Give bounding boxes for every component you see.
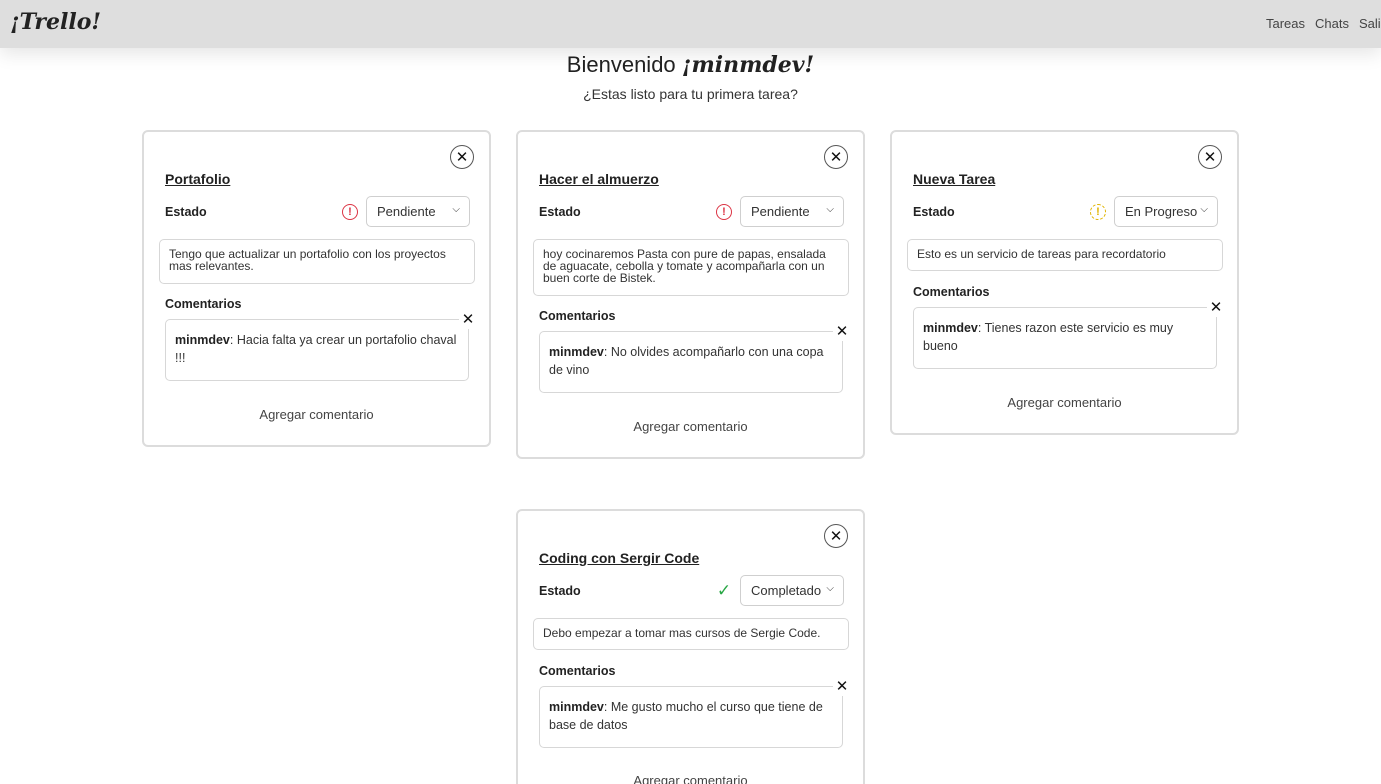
status-value: En Progreso	[1125, 204, 1198, 219]
chevron-down-icon: ⌵	[452, 204, 460, 215]
status-value: Pendiente	[751, 204, 810, 219]
status-select[interactable]: Pendiente ⌵	[740, 196, 844, 227]
comment-item: minmdev: No olvides acompañarlo con una …	[539, 323, 851, 393]
status-value: Pendiente	[377, 204, 436, 219]
chevron-down-icon: ⌵	[1200, 204, 1208, 215]
comment-user: minmdev	[549, 700, 604, 714]
estado-label: Estado	[913, 205, 955, 219]
welcome-greeting: Bienvenido	[566, 52, 676, 77]
app-logo[interactable]: ¡Trello!	[10, 9, 101, 35]
add-comment-button[interactable]: Agregar comentario	[518, 773, 863, 784]
close-icon[interactable]: ✕	[833, 323, 851, 341]
welcome-subtitle: ¿Estas listo para tu primera tarea?	[583, 86, 798, 102]
task-description[interactable]: Esto es un servicio de tareas para recor…	[907, 239, 1223, 271]
comment-user: minmdev	[923, 321, 978, 335]
comment-item: minmdev: Tienes razon este servicio es m…	[913, 299, 1225, 369]
close-icon[interactable]: ✕	[450, 145, 474, 169]
nav-item-tareas[interactable]: Tareas	[1266, 16, 1305, 31]
comments-label: Comentarios	[539, 664, 616, 678]
alert-circle-icon: !	[716, 204, 732, 220]
nav-links: Tareas Chats Salir	[1266, 16, 1381, 31]
comments-label: Comentarios	[913, 285, 990, 299]
clock-icon: !	[1090, 204, 1106, 220]
task-card-portafolio: ✕ Portafolio Estado ! Pendiente ⌵ Tengo …	[142, 130, 491, 447]
task-card-almuerzo: ✕ Hacer el almuerzo Estado ! Pendiente ⌵…	[516, 130, 865, 459]
close-icon[interactable]: ✕	[824, 145, 848, 169]
task-description[interactable]: Debo empezar a tomar mas cursos de Sergi…	[533, 618, 849, 650]
comments-label: Comentarios	[539, 309, 616, 323]
add-comment-button[interactable]: Agregar comentario	[144, 407, 489, 422]
comments-label: Comentarios	[165, 297, 242, 311]
status-select[interactable]: En Progreso ⌵	[1114, 196, 1218, 227]
add-comment-button[interactable]: Agregar comentario	[518, 419, 863, 434]
close-icon[interactable]: ✕	[833, 678, 851, 696]
welcome-heading: Bienvenido ¡minmdev!	[0, 52, 1381, 78]
comment-item: minmdev: Hacia falta ya crear un portafo…	[165, 311, 477, 381]
task-title[interactable]: Nueva Tarea	[913, 171, 995, 187]
estado-label: Estado	[165, 205, 207, 219]
comment-item: minmdev: Me gusto mucho el curso que tie…	[539, 678, 851, 748]
estado-label: Estado	[539, 584, 581, 598]
nav-item-salir[interactable]: Salir	[1359, 16, 1381, 31]
alert-circle-icon: !	[342, 204, 358, 220]
task-title[interactable]: Hacer el almuerzo	[539, 171, 659, 187]
welcome-username: ¡minmdev!	[681, 52, 815, 78]
status-select[interactable]: Pendiente ⌵	[366, 196, 470, 227]
navbar: ¡Trello! Tareas Chats Salir	[0, 0, 1381, 48]
status-select[interactable]: Completado ⌵	[740, 575, 844, 606]
close-icon[interactable]: ✕	[824, 524, 848, 548]
add-comment-button[interactable]: Agregar comentario	[892, 395, 1237, 410]
comment-user: minmdev	[175, 333, 230, 347]
task-card-nueva-tarea: ✕ Nueva Tarea Estado ! En Progreso ⌵ Est…	[890, 130, 1239, 435]
chevron-down-icon: ⌵	[826, 204, 834, 215]
task-description[interactable]: Tengo que actualizar un portafolio con l…	[159, 239, 475, 284]
estado-label: Estado	[539, 205, 581, 219]
task-card-coding: ✕ Coding con Sergir Code Estado ✓ Comple…	[516, 509, 865, 784]
comment-user: minmdev	[549, 345, 604, 359]
close-icon[interactable]: ✕	[1198, 145, 1222, 169]
close-icon[interactable]: ✕	[459, 311, 477, 329]
chevron-down-icon: ⌵	[826, 583, 834, 594]
task-title[interactable]: Coding con Sergir Code	[539, 550, 699, 566]
nav-item-chats[interactable]: Chats	[1315, 16, 1349, 31]
task-description[interactable]: hoy cocinaremos Pasta con pure de papas,…	[533, 239, 849, 296]
task-title[interactable]: Portafolio	[165, 171, 230, 187]
check-icon: ✓	[716, 581, 732, 600]
status-value: Completado	[751, 583, 822, 598]
close-icon[interactable]: ✕	[1207, 299, 1225, 317]
